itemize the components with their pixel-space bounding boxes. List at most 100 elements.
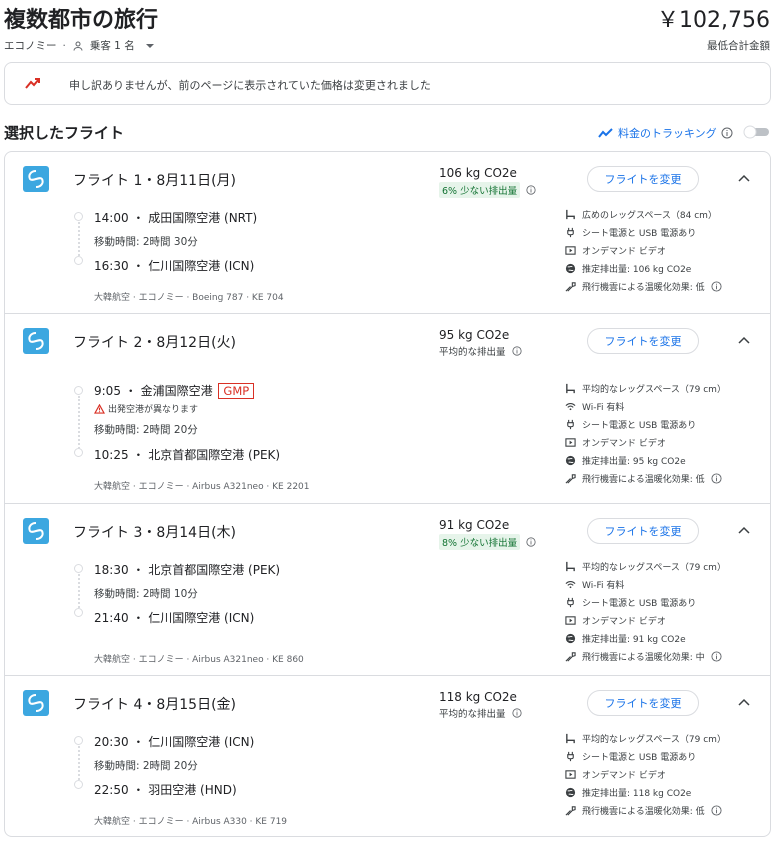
airline-details: 大韓航空 · エコノミー · Airbus A330 · KE 719 [94, 817, 288, 827]
amenity-emission: 推定排出量: 91 kg CO2e [565, 632, 686, 645]
departure-segment: 14:00 ・ 成田国際空港 (NRT) [94, 211, 258, 225]
wifi-icon [565, 402, 576, 411]
chevron-up-icon[interactable] [738, 174, 750, 182]
chevron-up-icon[interactable] [738, 336, 750, 344]
tracking-label[interactable]: 料金のトラッキング [618, 125, 717, 141]
airline-logo [23, 518, 49, 544]
airline-logo [23, 690, 49, 716]
seat-icon [566, 383, 575, 394]
amenity-video: オンデマンド ビデオ [565, 436, 666, 449]
separator: · [62, 39, 66, 52]
emission-value: 95 kg CO2e [439, 328, 510, 342]
amenity-video: オンデマンド ビデオ [565, 244, 666, 257]
globe-icon [565, 455, 576, 466]
flight-card: フライト 4・8月15日(金) 118 kg CO2e 平均的な排出量 フライト… [5, 676, 770, 836]
change-flight-button[interactable]: フライトを変更 [587, 328, 699, 354]
change-flight-button[interactable]: フライトを変更 [587, 690, 699, 716]
info-icon[interactable] [511, 708, 522, 718]
video-icon [565, 438, 576, 447]
timeline-line [78, 746, 80, 784]
departure-dot [74, 564, 83, 573]
airline-details: 大韓航空 · エコノミー · Airbus A321neo · KE 860 [94, 655, 304, 665]
info-icon[interactable] [711, 651, 722, 662]
plug-icon [567, 751, 574, 762]
departure-segment: 20:30 ・ 仁川国際空港 (ICN) [94, 735, 255, 749]
airline-details: 大韓航空 · エコノミー · Airbus A321neo · KE 2201 [94, 482, 310, 492]
arrival-segment: 10:25 ・ 北京首都国際空港 (PEK) [94, 448, 281, 462]
emission-value: 118 kg CO2e [439, 690, 517, 704]
seat-icon [566, 733, 575, 744]
flight-timeline [74, 386, 84, 457]
emission-note: 6% 少ない排出量 [439, 182, 536, 198]
amenity-contrail: 飛行機雲による温暖化効果: 低 [565, 472, 722, 485]
price-note: 最低合計金額 [707, 40, 770, 52]
arrival-segment: 16:30 ・ 仁川国際空港 (ICN) [94, 259, 255, 273]
amenity-legroom: 平均的なレッグスペース（79 cm） [565, 560, 726, 573]
price-tracking[interactable]: 料金のトラッキング [598, 125, 733, 141]
cabin-class[interactable]: エコノミー [4, 38, 57, 53]
flight-title: フライト 4・8月15日(金) [73, 697, 237, 713]
amenity-video: オンデマンド ビデオ [565, 768, 666, 781]
emission-value: 106 kg CO2e [439, 166, 517, 180]
arrival-segment: 21:40 ・ 仁川国際空港 (ICN) [94, 611, 255, 625]
airport-warning: 出発空港が異なります [94, 402, 198, 415]
trip-header: 複数都市の旅行 ￥102,756 エコノミー · 乗客 1 名 最低合計金額 [0, 0, 775, 60]
emission-badge: 6% 少ない排出量 [439, 182, 521, 198]
info-icon[interactable] [526, 185, 536, 195]
flight-timeline [74, 736, 84, 789]
contrail-icon [565, 474, 576, 484]
flight-card: フライト 3・8月14日(木) 91 kg CO2e 8% 少ない排出量 フライ… [5, 504, 770, 676]
chevron-up-icon[interactable] [738, 698, 750, 706]
globe-icon [565, 263, 576, 274]
page-title: 複数都市の旅行 [4, 8, 159, 33]
info-icon[interactable] [711, 805, 722, 816]
video-icon [565, 246, 576, 255]
amenity-power: シート電源と USB 電源あり [565, 596, 696, 609]
amenity-emission: 推定排出量: 106 kg CO2e [565, 262, 691, 275]
amenity-contrail: 飛行機雲による温暖化効果: 低 [565, 280, 722, 293]
amenity-legroom: 平均的なレッグスペース（79 cm） [565, 732, 726, 745]
amenity-contrail: 飛行機雲による温暖化効果: 低 [565, 804, 722, 817]
tracking-toggle[interactable] [743, 125, 771, 139]
flight-title: フライト 3・8月14日(木) [73, 525, 237, 541]
amenity-contrail: 飛行機雲による温暖化効果: 中 [565, 650, 722, 663]
total-price: ￥102,756 [657, 8, 770, 33]
amenity-legroom: 広めのレッグスペース（84 cm） [565, 208, 717, 221]
change-flight-button[interactable]: フライトを変更 [587, 166, 699, 192]
departure-dot [74, 212, 83, 221]
passenger-selector[interactable]: 乗客 1 名 [90, 38, 135, 53]
timeline-line [78, 574, 80, 612]
plug-icon [567, 227, 574, 238]
section-title: 選択したフライト [4, 124, 125, 142]
video-icon [565, 770, 576, 779]
amenity-wifi: Wi-Fi 有料 [565, 400, 624, 413]
amenity-legroom: 平均的なレッグスペース（79 cm） [565, 382, 726, 395]
arrival-dot [74, 448, 83, 457]
info-icon[interactable] [721, 127, 733, 139]
flight-title: フライト 1・8月11日(月) [73, 173, 237, 189]
info-icon[interactable] [511, 346, 522, 356]
globe-icon [565, 787, 576, 798]
trending-up-icon [25, 78, 40, 89]
wifi-icon [565, 580, 576, 589]
info-icon[interactable] [711, 281, 722, 292]
caret-down-icon[interactable] [145, 41, 155, 51]
video-icon [565, 616, 576, 625]
flight-list: フライト 1・8月11日(月) 106 kg CO2e 6% 少ない排出量 フラ… [4, 151, 771, 837]
plug-icon [567, 597, 574, 608]
warning-icon [94, 403, 105, 414]
airline-logo [23, 328, 49, 354]
person-icon [73, 41, 83, 51]
seat-icon [566, 561, 575, 572]
info-icon[interactable] [526, 537, 536, 547]
tracking-trend-icon [598, 128, 613, 138]
emission-note: 平均的な排出量 [439, 706, 522, 720]
info-icon[interactable] [711, 473, 722, 484]
chevron-up-icon[interactable] [738, 526, 750, 534]
amenity-wifi: Wi-Fi 有料 [565, 578, 624, 591]
emission-label: 平均的な排出量 [439, 709, 506, 720]
contrail-icon [565, 282, 576, 292]
arrival-dot [74, 780, 83, 789]
departure-dot [74, 386, 83, 395]
change-flight-button[interactable]: フライトを変更 [587, 518, 699, 544]
